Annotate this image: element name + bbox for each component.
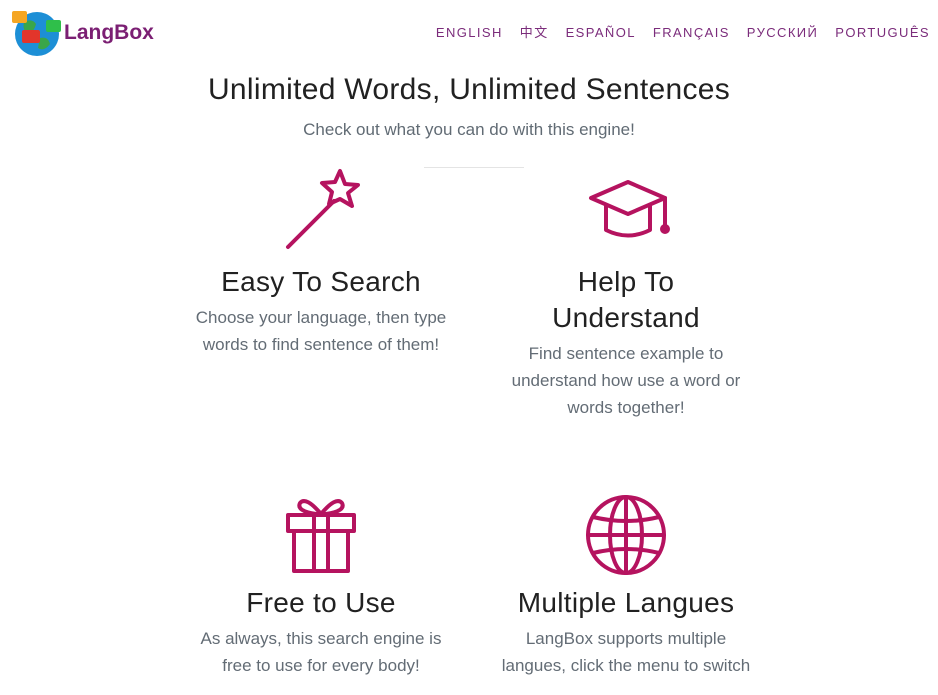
feature-text-line: langues, click the menu to switch bbox=[501, 656, 751, 675]
gift-icon bbox=[276, 493, 366, 577]
feature-free-to-use: Free to Use As always, this search engin… bbox=[171, 493, 471, 679]
brand-link[interactable]: LangBox bbox=[10, 8, 154, 58]
feature-text-line: Find sentence example to bbox=[528, 344, 724, 363]
brand-name: LangBox bbox=[64, 21, 154, 44]
feature-text-line: free to use for every body! bbox=[222, 656, 420, 675]
globe-icon bbox=[581, 493, 671, 577]
section-subtitle: Check out what you can do with this engi… bbox=[303, 120, 635, 139]
feature-title: Understand bbox=[552, 302, 700, 333]
feature-help-to-understand: Help To Understand Find sentence example… bbox=[476, 168, 776, 421]
feature-text-line: As always, this search engine is bbox=[200, 629, 442, 648]
nav-language-russian[interactable]: РУССКИЙ bbox=[747, 25, 818, 41]
language-menu: ENGLISH 中文 ESPAÑOL FRANÇAIS РУССКИЙ PORT… bbox=[419, 25, 930, 41]
feature-easy-to-search: Easy To Search Choose your language, the… bbox=[171, 168, 471, 358]
section-header: Unlimited Words, Unlimited Sentences Che… bbox=[0, 70, 938, 142]
feature-text-line: words to find sentence of them! bbox=[202, 335, 440, 354]
logo-icon bbox=[10, 8, 66, 58]
feature-text-line: Choose your language, then type bbox=[195, 308, 447, 327]
magic-wand-icon bbox=[276, 168, 366, 252]
navbar: LangBox ENGLISH 中文 ESPAÑOL FRANÇAIS РУСС… bbox=[0, 0, 938, 66]
nav-language-chinese[interactable]: 中文 bbox=[520, 25, 549, 41]
nav-language-english[interactable]: ENGLISH bbox=[436, 25, 503, 41]
nav-language-portuguese[interactable]: PORTUGUÊS bbox=[835, 25, 930, 41]
feature-title: Easy To Search bbox=[221, 266, 421, 297]
feature-title: Free to Use bbox=[246, 587, 396, 618]
feature-title: Multiple Langues bbox=[517, 587, 735, 618]
feature-text-line: words together! bbox=[567, 398, 685, 417]
feature-multiple-langues: Multiple Langues LangBox supports multip… bbox=[476, 493, 776, 679]
section-title: Unlimited Words, Unlimited Sentences bbox=[207, 73, 731, 106]
feature-title: Help To bbox=[577, 266, 675, 297]
nav-language-spanish[interactable]: ESPAÑOL bbox=[566, 25, 636, 41]
feature-text-line: LangBox supports multiple bbox=[525, 629, 727, 648]
nav-language-french[interactable]: FRANÇAIS bbox=[653, 25, 730, 41]
feature-text-line: understand how use a word or bbox=[511, 371, 741, 390]
graduation-cap-icon bbox=[581, 168, 671, 252]
